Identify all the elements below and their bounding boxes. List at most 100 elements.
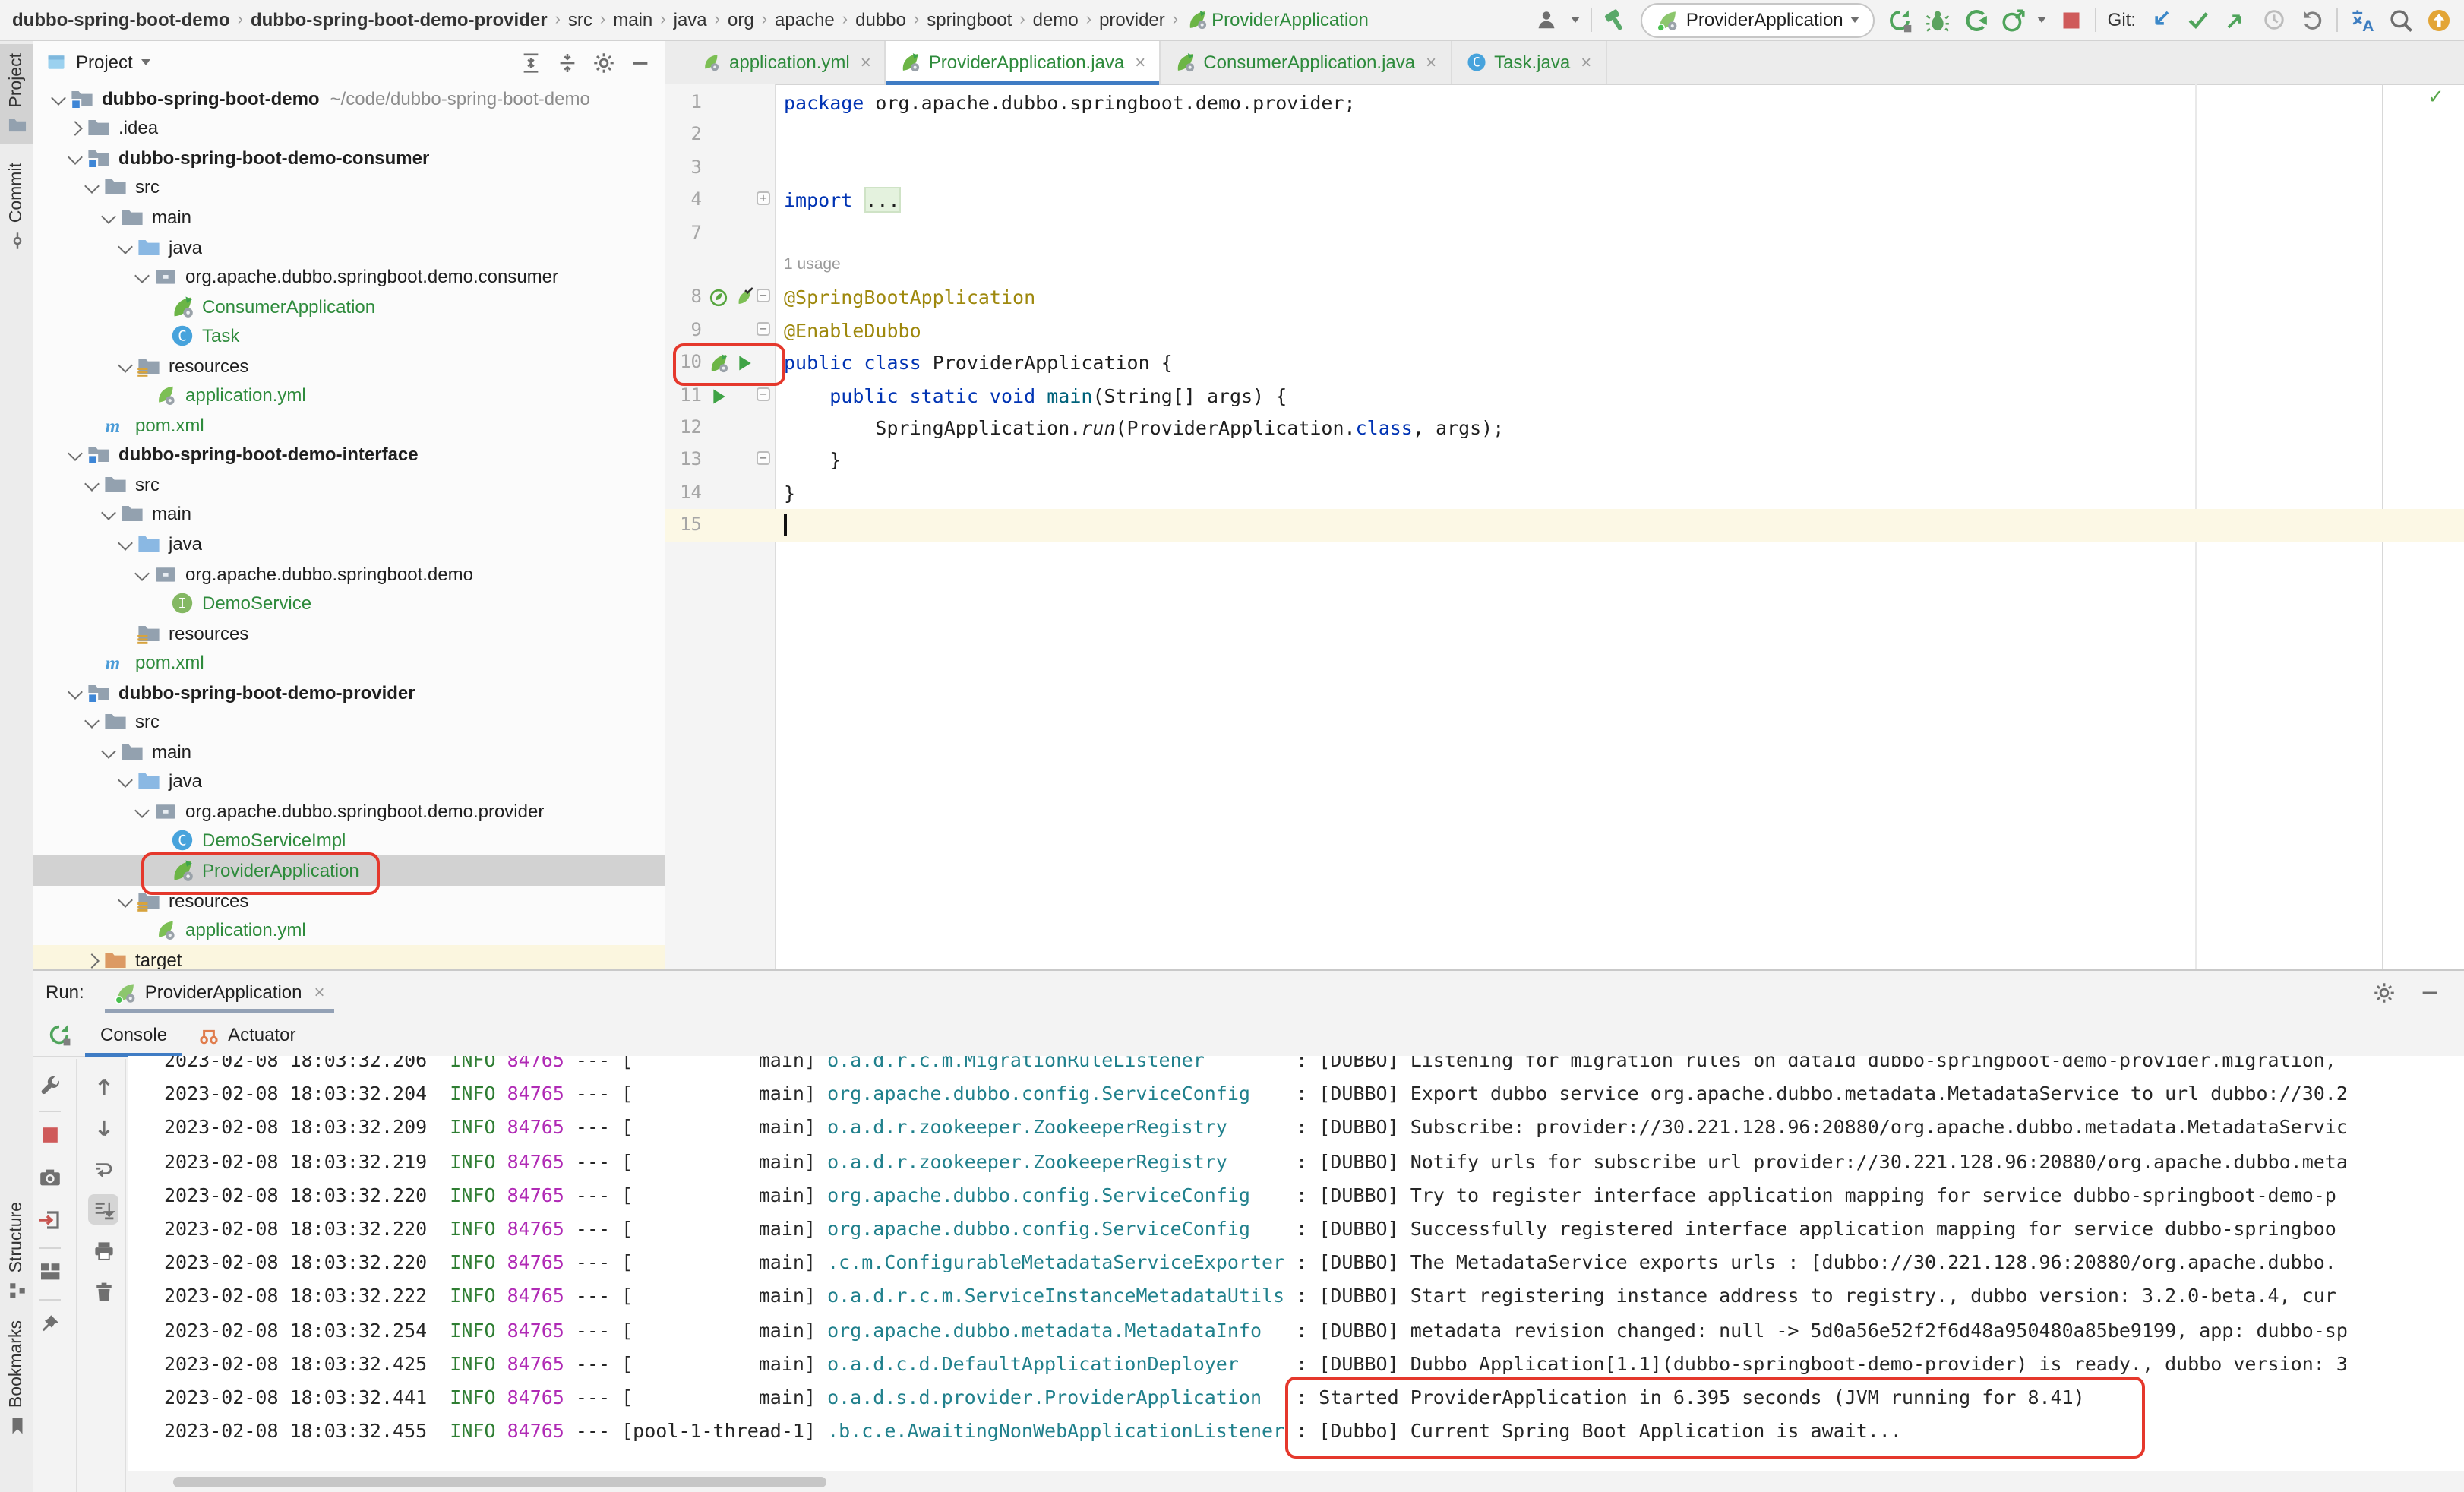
modify-run-config-wrench-icon[interactable]: [35, 1071, 65, 1102]
fold-marker[interactable]: −: [757, 452, 770, 466]
profiler-icon[interactable]: [2000, 6, 2027, 33]
breadcrumb-item[interactable]: dubbo-spring-boot-demo: [12, 9, 230, 30]
debug-icon[interactable]: [1924, 6, 1951, 33]
scroll-down-icon[interactable]: [88, 1112, 118, 1143]
fold-marker[interactable]: −: [757, 289, 770, 303]
hide-panel-icon[interactable]: [626, 49, 653, 76]
tool-window-button-commit[interactable]: Commit: [0, 153, 33, 259]
tool-window-button-bookmarks[interactable]: Bookmarks: [0, 1311, 33, 1444]
exit-icon[interactable]: [35, 1205, 65, 1235]
user-icon[interactable]: [1533, 6, 1560, 33]
clear-all-trash-icon[interactable]: [88, 1276, 118, 1307]
tree-item-dubbo-spring-boot-demo-provider[interactable]: dubbo-spring-boot-demo-provider: [33, 678, 665, 707]
tree-item-demoserviceimpl[interactable]: CDemoServiceImpl: [33, 826, 665, 855]
close-tab-icon[interactable]: ×: [1581, 52, 1591, 73]
expand-all-icon[interactable]: [516, 49, 544, 76]
usages-inlay-hint[interactable]: 1 usage: [784, 249, 841, 282]
chevron-down-icon[interactable]: [115, 356, 134, 375]
breadcrumb-item[interactable]: dubbo-spring-boot-demo-provider: [251, 9, 548, 30]
rollback-icon[interactable]: [2298, 6, 2326, 33]
tree-item-dubbo-spring-boot-demo[interactable]: dubbo-spring-boot-demo~/code/dubbo-sprin…: [33, 84, 665, 113]
chevron-down-icon[interactable]: [49, 90, 67, 108]
stop-icon[interactable]: [2058, 6, 2085, 33]
chevron-down-icon[interactable]: [115, 773, 134, 791]
editor-tab-task.java[interactable]: CTask.java×: [1452, 41, 1606, 84]
console-output[interactable]: 2023-02-08 18:03:32.206 INFO 84765 --- […: [128, 1056, 2464, 1471]
breadcrumb-item[interactable]: java: [674, 9, 707, 30]
editor-tab-application.yml[interactable]: application.yml×: [687, 41, 886, 84]
jump-to-end-icon[interactable]: [88, 1153, 118, 1184]
tree-item-task[interactable]: CTask: [33, 321, 665, 351]
collapse-all-icon[interactable]: [553, 49, 580, 76]
search-icon[interactable]: [2387, 6, 2414, 33]
scroll-up-icon[interactable]: [88, 1071, 118, 1102]
run-panel-tab-console[interactable]: Console: [85, 1013, 182, 1056]
tree-item-java[interactable]: java: [33, 767, 665, 796]
tree-item-src[interactable]: src: [33, 707, 665, 737]
chevron-down-icon[interactable]: [132, 802, 150, 820]
tool-window-button-structure[interactable]: Structure: [0, 1193, 33, 1309]
breadcrumb-item[interactable]: apache: [775, 9, 835, 30]
fold-marker[interactable]: +: [757, 191, 770, 205]
chevron-down-icon[interactable]: [115, 238, 134, 256]
chevron-down-icon[interactable]: [65, 446, 84, 464]
tree-item-pom.xml[interactable]: mpom.xml: [33, 410, 665, 440]
chevron-down-icon[interactable]: [82, 713, 100, 732]
breadcrumb-item[interactable]: provider: [1099, 9, 1165, 30]
user-dropdown-caret[interactable]: [1571, 17, 1580, 23]
tree-item-providerapplication[interactable]: ProviderApplication: [33, 855, 665, 885]
chevron-down-icon[interactable]: [132, 564, 150, 583]
restore-layout-icon[interactable]: [35, 1257, 65, 1287]
run-configuration-select[interactable]: ProviderApplication: [1641, 2, 1875, 37]
chevron-down-icon[interactable]: [99, 505, 117, 523]
ide-update-icon[interactable]: [2425, 6, 2452, 33]
rerun-icon[interactable]: [1886, 6, 1913, 33]
coverage-icon[interactable]: [1962, 6, 1989, 33]
print-icon[interactable]: [88, 1235, 118, 1266]
tree-item-main[interactable]: main: [33, 202, 665, 232]
chevron-down-icon[interactable]: [99, 208, 117, 226]
tree-item-org.apache.dubbo.springboot.demo.consumer[interactable]: org.apache.dubbo.springboot.demo.consume…: [33, 262, 665, 292]
build-hammer-icon[interactable]: [1603, 6, 1630, 33]
close-run-tab-icon[interactable]: ×: [314, 981, 325, 1003]
chevron-down-icon[interactable]: [65, 149, 84, 167]
tree-item-org.apache.dubbo.springboot.demo[interactable]: org.apache.dubbo.springboot.demo: [33, 559, 665, 589]
tree-item-dubbo-spring-boot-demo-interface[interactable]: dubbo-spring-boot-demo-interface: [33, 440, 665, 469]
fold-marker[interactable]: −: [757, 387, 770, 400]
tree-item-consumerapplication[interactable]: ConsumerApplication: [33, 292, 665, 321]
minimize-panel-icon[interactable]: [2415, 978, 2443, 1006]
tool-window-button-project[interactable]: Project: [0, 44, 33, 144]
project-panel-title[interactable]: Project: [76, 52, 133, 73]
profiler-caret[interactable]: [2038, 17, 2047, 23]
breadcrumb-item[interactable]: org: [728, 9, 754, 30]
chevron-down-icon[interactable]: [82, 476, 100, 494]
tree-item-application.yml[interactable]: application.yml: [33, 915, 665, 945]
settings-gear-icon[interactable]: [589, 49, 617, 76]
run-panel-tab-actuator[interactable]: Actuator: [182, 1013, 311, 1056]
chevron-right-icon[interactable]: [82, 950, 100, 969]
git-push-icon[interactable]: [2222, 6, 2250, 33]
tree-item-resources[interactable]: resources: [33, 618, 665, 648]
code-editor[interactable]: ✓ 1package org.apache.dubbo.springboot.d…: [665, 84, 2464, 969]
close-tab-icon[interactable]: ×: [861, 52, 871, 73]
chevron-down-icon[interactable]: [115, 891, 134, 909]
close-tab-icon[interactable]: ×: [1426, 52, 1436, 73]
chevron-down-icon[interactable]: [132, 267, 150, 286]
git-commit-check-icon[interactable]: [2184, 6, 2212, 33]
fold-marker[interactable]: −: [757, 322, 770, 336]
project-view-caret[interactable]: [142, 59, 151, 65]
tree-item-org.apache.dubbo.springboot.demo.provider[interactable]: org.apache.dubbo.springboot.demo.provide…: [33, 796, 665, 826]
tree-item-java[interactable]: java: [33, 232, 665, 261]
tree-item-pom.xml[interactable]: mpom.xml: [33, 648, 665, 678]
git-update-icon[interactable]: [2147, 6, 2174, 33]
close-tab-icon[interactable]: ×: [1135, 52, 1145, 73]
breadcrumb-item[interactable]: main: [613, 9, 652, 30]
tree-item-main[interactable]: main: [33, 499, 665, 529]
tree-item-demoservice[interactable]: IDemoService: [33, 589, 665, 618]
tree-item-target[interactable]: target: [33, 945, 665, 969]
tree-item-resources[interactable]: resources: [33, 886, 665, 915]
editor-tab-providerapplication.java[interactable]: ProviderApplication.java×: [886, 41, 1161, 84]
translate-icon[interactable]: A: [2349, 6, 2376, 33]
rerun-application-icon[interactable]: [46, 1021, 73, 1048]
chevron-down-icon[interactable]: [65, 683, 84, 701]
